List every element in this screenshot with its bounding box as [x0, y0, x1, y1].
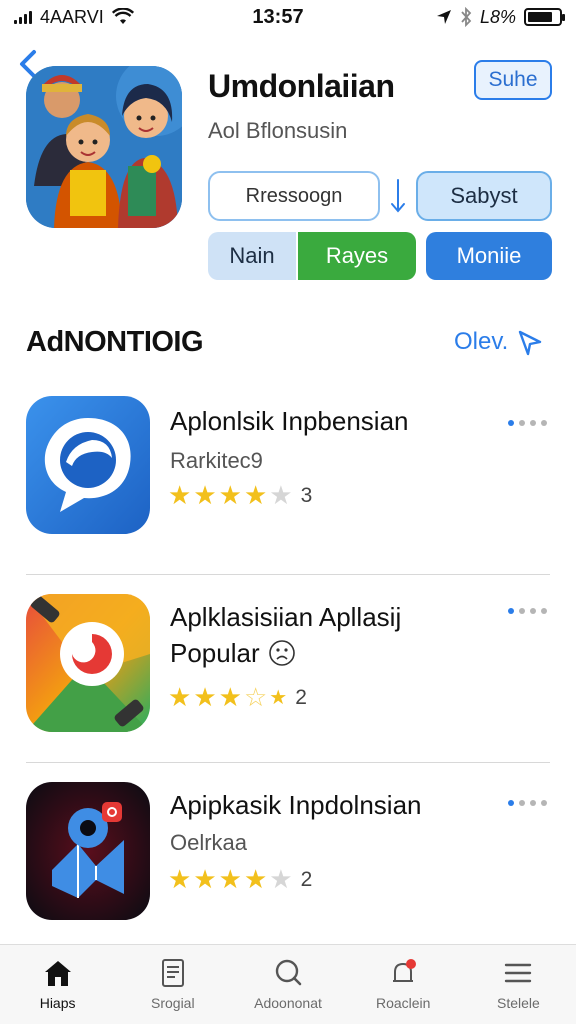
section-link-label: Olev.: [454, 328, 509, 355]
rating-stars: ★ ★ ★ ☆ ★ 2: [168, 682, 307, 713]
star-icon: ☆: [243, 682, 268, 712]
section-see-all-link[interactable]: Olev.: [454, 328, 544, 356]
star-icon: ★: [269, 687, 288, 709]
star-icon: ★: [193, 480, 217, 510]
tab-label: Adoononat: [254, 995, 322, 1011]
star-icon: ★: [218, 864, 242, 894]
tab-bar: Hiaps Srogial Adoononat Roaclein Stelele: [0, 944, 576, 1024]
bell-icon: [393, 959, 417, 982]
star-icon: ★: [218, 480, 242, 510]
tab-notifications[interactable]: Roaclein: [346, 945, 461, 1024]
tab-home[interactable]: Hiaps: [0, 945, 115, 1024]
tab-label: Roaclein: [375, 995, 431, 1011]
battery-percent: L8%: [479, 6, 516, 27]
document-icon: [161, 959, 184, 987]
segment-tab-3[interactable]: Moniie: [426, 232, 552, 280]
carrier-label: 4AARVI: [40, 6, 104, 27]
more-options-icon[interactable]: [508, 420, 547, 426]
app-row-subtitle: Oelrkaa: [170, 830, 248, 855]
app-row-title: Aplonlsik Inpbensian: [170, 406, 409, 436]
app-row-title: Apipkasik Inpdolnsian: [170, 790, 422, 820]
star-icon: ★: [168, 864, 192, 894]
status-bar: 4AARVI 13:57 L8%: [0, 0, 576, 34]
segment-tab-2[interactable]: Rayes: [298, 232, 416, 280]
battery-fill: [528, 12, 552, 22]
star-icon: ★: [243, 864, 268, 894]
home-icon: [44, 961, 71, 986]
status-right: L8%: [362, 6, 565, 28]
app-row-title-2: Popular: [170, 638, 260, 668]
menu-icon: [505, 963, 532, 983]
segment-tab-1[interactable]: Nain: [208, 232, 296, 280]
top-action-button[interactable]: Suhe: [474, 60, 552, 100]
star-icon: ★: [193, 864, 217, 894]
tab-label: Srogial: [151, 995, 195, 1011]
app-row-title: Aplklasisiian Apllasij: [170, 602, 402, 632]
list-item[interactable]: Aplonlsik Inpbensian Rarkitec9 ★ ★ ★ ★ ★…: [0, 396, 576, 566]
section-title: AdNONTIOIG: [26, 326, 204, 358]
map-app-icon: [26, 782, 150, 920]
location-icon: [436, 10, 451, 24]
star-icon: ★: [218, 682, 242, 712]
tab-search[interactable]: Adoononat: [230, 945, 345, 1024]
tab-label: Hiaps: [39, 995, 76, 1011]
star-icon: ★: [168, 480, 192, 510]
more-options-icon[interactable]: [508, 608, 547, 614]
star-empty-icon: ★: [269, 480, 293, 510]
star-icon: ★: [243, 480, 268, 510]
search-icon: [275, 959, 302, 986]
sad-face-icon: [268, 640, 295, 666]
rating-count: 2: [300, 867, 313, 891]
chat-app-icon: [26, 396, 150, 534]
rating-stars: ★ ★ ★ ★ ★ 3: [168, 480, 312, 511]
rating-count: 2: [295, 685, 307, 709]
app-hero-icon: [26, 66, 182, 228]
select-button[interactable]: Sabyst: [416, 171, 552, 221]
star-icon: ★: [193, 682, 217, 712]
star-empty-icon: ★: [269, 864, 293, 894]
battery-icon: [524, 8, 565, 26]
tab-documents[interactable]: Srogial: [115, 945, 230, 1024]
arrow-down-icon: [391, 179, 405, 213]
app-title: Umdonlaiian: [208, 68, 395, 104]
status-time: 13:57: [252, 5, 304, 28]
swirl-app-icon: [26, 594, 150, 732]
divider: [26, 762, 550, 763]
app-row-title-line2: Popular: [170, 636, 296, 670]
app-subtitle: Aol Bflonsusin: [208, 118, 348, 143]
list-item[interactable]: Aplklasisiian Apllasij Popular ★ ★ ★ ☆ ★…: [0, 594, 576, 744]
status-left: 4AARVI: [14, 7, 214, 28]
more-options-icon[interactable]: [508, 800, 547, 806]
rating-stars: ★ ★ ★ ★ ★ 2: [168, 864, 312, 895]
wifi-icon: [111, 8, 134, 24]
bluetooth-icon: [461, 7, 472, 27]
preset-field[interactable]: Rressoogn: [208, 171, 380, 221]
star-icon: ★: [168, 682, 192, 712]
list-item[interactable]: Apipkasik Inpdolnsian Oelrkaa ★ ★ ★ ★ ★ …: [0, 782, 576, 922]
divider: [26, 574, 550, 575]
tab-menu[interactable]: Stelele: [461, 945, 576, 1024]
app-row-subtitle: Rarkitec9: [170, 448, 263, 473]
rating-count: 3: [300, 483, 313, 507]
tab-label: Stelele: [497, 995, 540, 1011]
signal-icon: [14, 10, 32, 24]
share-arrow-icon: [519, 330, 542, 356]
